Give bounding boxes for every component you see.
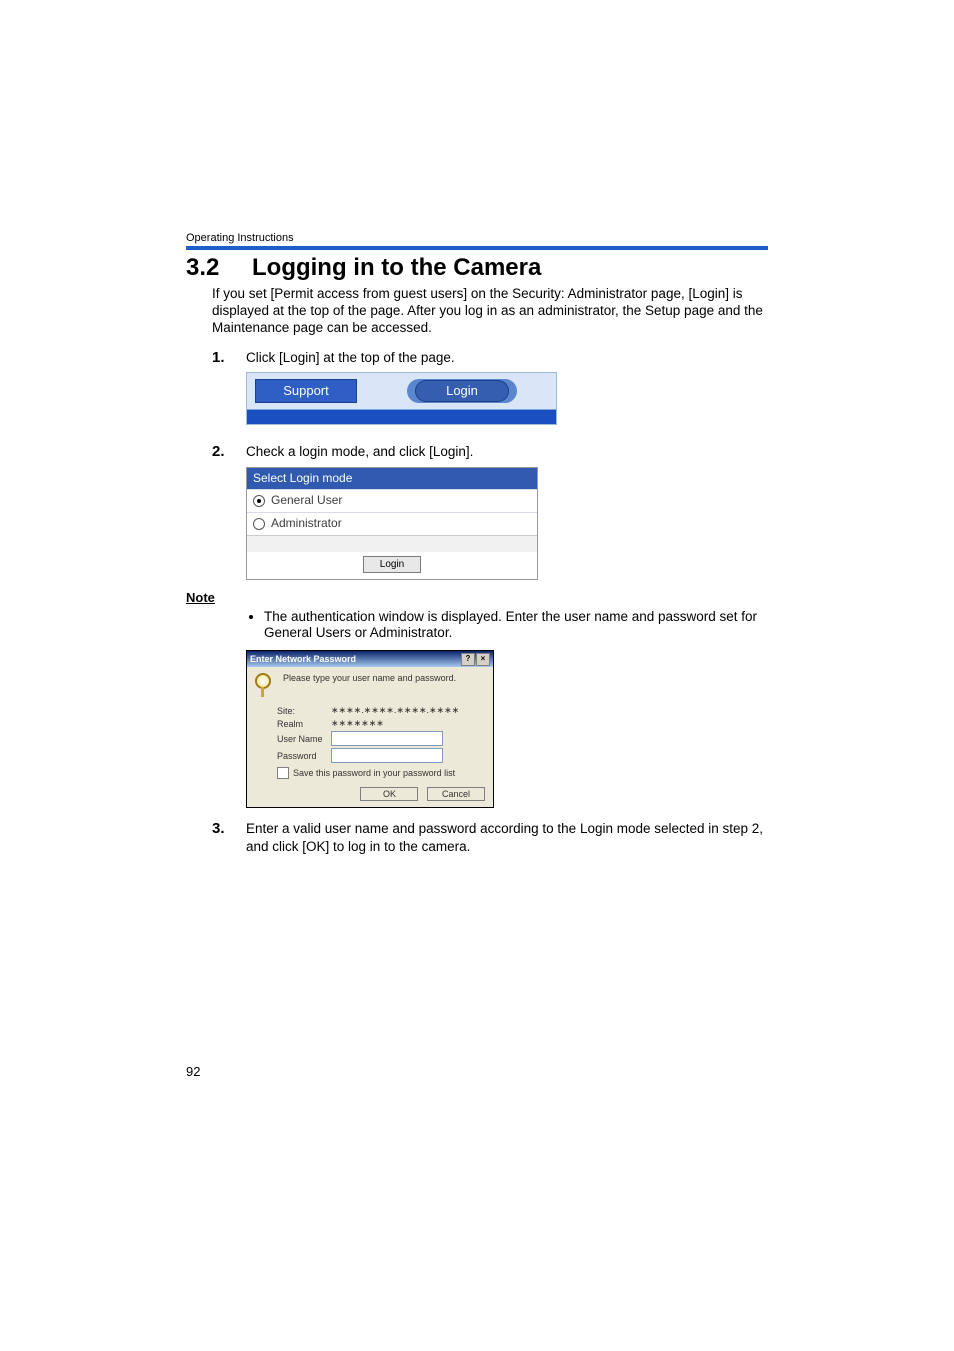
section-title-text: Logging in to the Camera [252, 254, 541, 281]
separator [247, 535, 537, 552]
close-icon[interactable]: × [476, 653, 490, 666]
option-label: Administrator [271, 516, 342, 532]
checkbox-label: Save this password in your password list [293, 768, 455, 778]
header-rule [186, 246, 768, 250]
page-number: 92 [186, 1064, 200, 1079]
screenshot-tabs: Support Login [246, 372, 557, 425]
screenshot-auth-dialog: Enter Network Password ? × Please type y… [246, 650, 494, 808]
note-text: The authentication window is displayed. … [264, 609, 768, 643]
screenshot-login-mode: Select Login mode General User Administr… [246, 467, 538, 580]
support-tab[interactable]: Support [255, 379, 357, 403]
login-tab-wrap: Login [407, 379, 517, 403]
password-input[interactable] [331, 748, 443, 763]
ok-button[interactable]: OK [360, 787, 418, 801]
note-label: Note [186, 590, 768, 605]
username-label: User Name [277, 734, 331, 744]
password-label: Password [277, 751, 331, 761]
section-title: 3.2Logging in to the Camera [186, 254, 768, 282]
section-number: 3.2 [186, 254, 252, 282]
login-mode-title: Select Login mode [247, 468, 537, 490]
step-number: 3. [212, 820, 246, 855]
login-button[interactable]: Login [363, 556, 421, 573]
blue-strip [247, 409, 556, 424]
radio-icon[interactable] [253, 495, 265, 507]
realm-value: ∗∗∗∗∗∗∗ [331, 718, 384, 729]
dialog-title: Enter Network Password [250, 654, 356, 664]
checkbox-icon[interactable] [277, 767, 289, 779]
key-icon [255, 673, 275, 697]
step-2-text: Check a login mode, and click [Login]. [246, 443, 768, 461]
radio-icon[interactable] [253, 518, 265, 530]
save-password-checkbox[interactable]: Save this password in your password list [277, 767, 485, 779]
step-3-text: Enter a valid user name and password acc… [246, 820, 768, 855]
cancel-button[interactable]: Cancel [427, 787, 485, 801]
step-number: 1. [212, 349, 246, 434]
intro-paragraph: If you set [Permit access from guest use… [212, 286, 768, 337]
site-value: ∗∗∗∗.∗∗∗∗.∗∗∗∗.∗∗∗∗ [331, 705, 459, 716]
site-label: Site: [277, 706, 331, 716]
option-administrator[interactable]: Administrator [247, 512, 537, 535]
dialog-prompt: Please type your user name and password. [283, 673, 456, 683]
username-input[interactable] [331, 731, 443, 746]
realm-label: Realm [277, 719, 331, 729]
step-1-text: Click [Login] at the top of the page. [246, 349, 768, 367]
help-icon[interactable]: ? [461, 653, 475, 666]
option-general-user[interactable]: General User [247, 489, 537, 512]
running-header: Operating Instructions [186, 232, 768, 244]
login-tab[interactable]: Login [415, 380, 509, 402]
step-number: 2. [212, 443, 246, 579]
option-label: General User [271, 493, 342, 509]
